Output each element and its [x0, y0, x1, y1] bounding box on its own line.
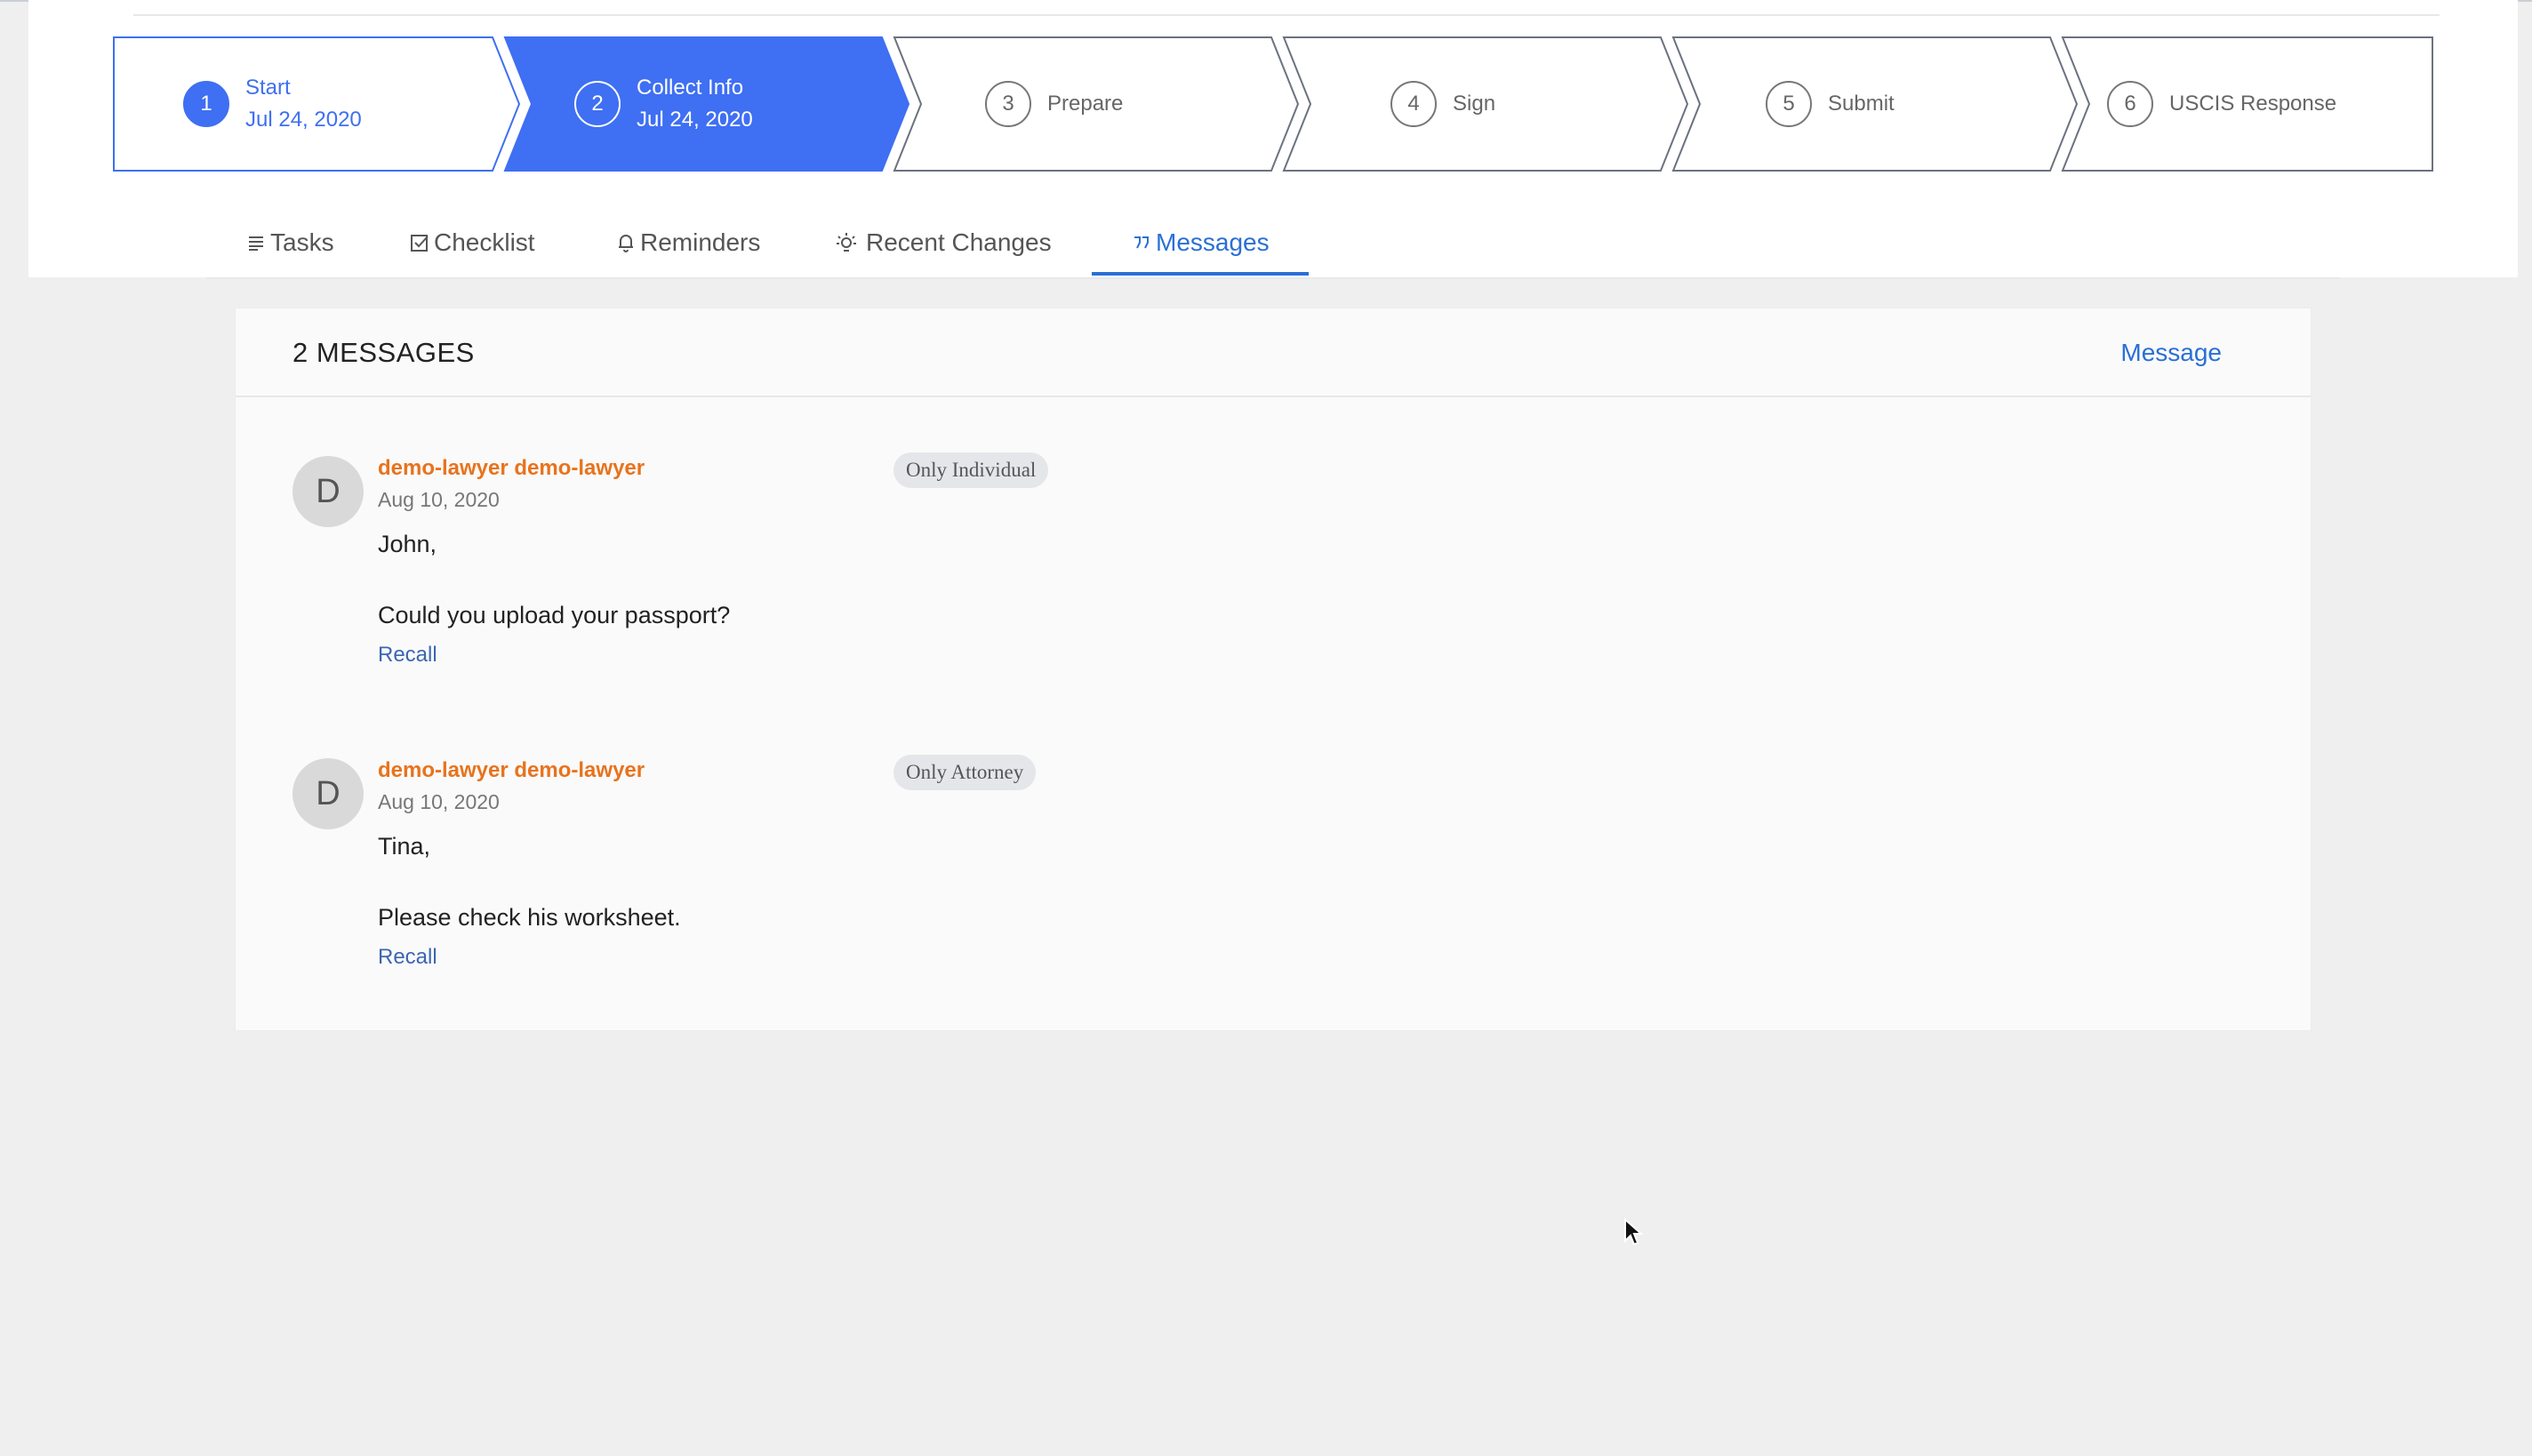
step-start[interactable]: 1 Start Jul 24, 2020 [183, 36, 362, 172]
step-submit[interactable]: 5 Submit [1766, 36, 1895, 172]
step-label: USCIS Response [2169, 92, 2337, 116]
step-number-circle: 5 [1766, 81, 1812, 127]
lightbulb-icon [836, 232, 857, 253]
recall-link[interactable]: Recall [378, 945, 437, 970]
tab-tasks[interactable]: Tasks [245, 208, 334, 277]
step-collect-info[interactable]: 2 Collect Info Jul 24, 2020 [574, 36, 753, 172]
visibility-badge: Only Attorney [893, 755, 1037, 790]
message-greeting: John, [378, 531, 437, 557]
checkbox-icon [409, 232, 430, 253]
progress-stepper: 1 Start Jul 24, 2020 2 Collect Info Jul … [112, 36, 2434, 172]
header-divider [133, 14, 2440, 16]
step-number-circle: 3 [985, 81, 1031, 127]
stepper-shapes [113, 36, 2433, 172]
avatar: D [292, 456, 364, 527]
step-date: Jul 24, 2020 [245, 108, 362, 132]
messages-panel: 2 MESSAGES Message D demo-lawyer demo-la… [235, 308, 2312, 1031]
step-label: Sign [1453, 92, 1496, 116]
step-number-circle: 1 [183, 81, 229, 127]
tab-reminders[interactable]: Reminders [615, 208, 760, 277]
step-label: Collect Info [637, 76, 744, 100]
recall-link[interactable]: Recall [378, 643, 437, 668]
step-number-circle: 4 [1390, 81, 1437, 127]
visibility-badge: Only Individual [893, 452, 1049, 488]
step-date: Jul 24, 2020 [637, 108, 753, 132]
tab-label: Messages [1156, 228, 1270, 256]
quote-icon [1131, 232, 1152, 253]
message-body: Please check his worksheet. [378, 904, 681, 931]
list-icon [245, 232, 267, 253]
new-message-button[interactable]: Message [2120, 339, 2222, 367]
message-item: D demo-lawyer demo-lawyer Only Individua… [292, 452, 2248, 687]
tab-recent-changes[interactable]: Recent Changes [836, 208, 1052, 277]
tab-label: Tasks [270, 228, 334, 256]
message-date: Aug 10, 2020 [378, 790, 500, 813]
message-date: Aug 10, 2020 [378, 488, 500, 511]
message-body: Could you upload your passport? [378, 602, 731, 628]
mouse-cursor-icon [1623, 1217, 1645, 1252]
bell-icon [615, 232, 637, 253]
tab-checklist[interactable]: Checklist [409, 208, 535, 277]
active-tab-indicator [1092, 272, 1309, 276]
step-number-circle: 2 [574, 81, 621, 127]
tab-label: Checklist [434, 228, 535, 256]
avatar: D [292, 758, 364, 829]
tab-bar: Tasks Checklist Reminders Recent Changes… [206, 208, 2340, 279]
message-author: demo-lawyer demo-lawyer [378, 456, 645, 480]
message-author: demo-lawyer demo-lawyer [378, 758, 645, 782]
messages-panel-header: 2 MESSAGES Message [236, 308, 2311, 397]
message-greeting: Tina, [378, 833, 431, 860]
tab-messages[interactable]: Messages [1131, 208, 1270, 277]
step-label: Submit [1828, 92, 1895, 116]
step-uscis-response[interactable]: 6 USCIS Response [2107, 36, 2336, 172]
messages-count-title: 2 MESSAGES [292, 337, 475, 368]
message-item: D demo-lawyer demo-lawyer Only Attorney … [292, 755, 2248, 989]
tab-label: Reminders [640, 228, 761, 256]
step-sign[interactable]: 4 Sign [1390, 36, 1495, 172]
step-label: Prepare [1047, 92, 1124, 116]
step-label: Start [245, 76, 291, 100]
tab-label: Recent Changes [866, 228, 1052, 256]
step-prepare[interactable]: 3 Prepare [985, 36, 1123, 172]
step-number-circle: 6 [2107, 81, 2153, 127]
